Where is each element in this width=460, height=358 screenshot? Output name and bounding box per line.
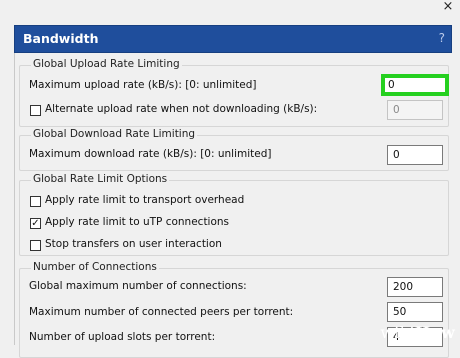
stop-on-interaction-checkbox[interactable] bbox=[30, 240, 41, 251]
watermark-how: How bbox=[414, 323, 455, 342]
transport-overhead-label: Apply rate limit to transport overhead bbox=[45, 194, 245, 206]
utp-connections-label: Apply rate limit to uTP connections bbox=[45, 216, 230, 228]
peers-per-torrent-input[interactable] bbox=[387, 302, 443, 322]
global-connections-input[interactable] bbox=[387, 277, 443, 297]
section-header: Bandwidth ? bbox=[14, 25, 452, 53]
close-icon[interactable]: × bbox=[441, 0, 455, 14]
max-upload-label: Maximum upload rate (kB/s): [0: unlimite… bbox=[29, 79, 257, 91]
alternate-upload-checkbox[interactable] bbox=[30, 105, 41, 116]
options-group-title: Global Rate Limit Options bbox=[31, 173, 170, 185]
help-icon[interactable]: ? bbox=[439, 31, 445, 45]
settings-panel: Global Upload Rate Limiting Maximum uplo… bbox=[14, 53, 452, 358]
page-title: Bandwidth bbox=[23, 31, 99, 46]
utp-connections-checkbox[interactable]: ✓ bbox=[30, 218, 41, 229]
stop-on-interaction-label: Stop transfers on user interaction bbox=[45, 238, 222, 250]
alternate-upload-label: Alternate upload rate when not downloadi… bbox=[45, 103, 318, 115]
download-group-title: Global Download Rate Limiting bbox=[31, 128, 198, 140]
upload-rate-group: Global Upload Rate Limiting Maximum uplo… bbox=[19, 58, 449, 127]
check-mark-icon: ✓ bbox=[31, 218, 40, 229]
wikihow-watermark: wikiHow bbox=[380, 323, 455, 342]
download-rate-group: Global Download Rate Limiting Maximum do… bbox=[19, 128, 449, 171]
max-upload-input[interactable] bbox=[381, 74, 449, 96]
upload-group-title: Global Upload Rate Limiting bbox=[31, 58, 182, 70]
alternate-upload-input[interactable] bbox=[387, 100, 443, 120]
rate-limit-options-group: Global Rate Limit Options Apply rate lim… bbox=[19, 173, 449, 256]
upload-slots-label: Number of upload slots per torrent: bbox=[29, 331, 216, 343]
max-download-label: Maximum download rate (kB/s): [0: unlimi… bbox=[29, 148, 272, 160]
watermark-wiki: wiki bbox=[380, 323, 415, 342]
window-top-strip: × bbox=[0, 0, 460, 22]
connections-group-title: Number of Connections bbox=[31, 261, 159, 273]
peers-per-torrent-label: Maximum number of connected peers per to… bbox=[29, 306, 294, 318]
max-download-input[interactable] bbox=[387, 145, 443, 165]
global-connections-label: Global maximum number of connections: bbox=[29, 280, 247, 292]
transport-overhead-checkbox[interactable] bbox=[30, 196, 41, 207]
